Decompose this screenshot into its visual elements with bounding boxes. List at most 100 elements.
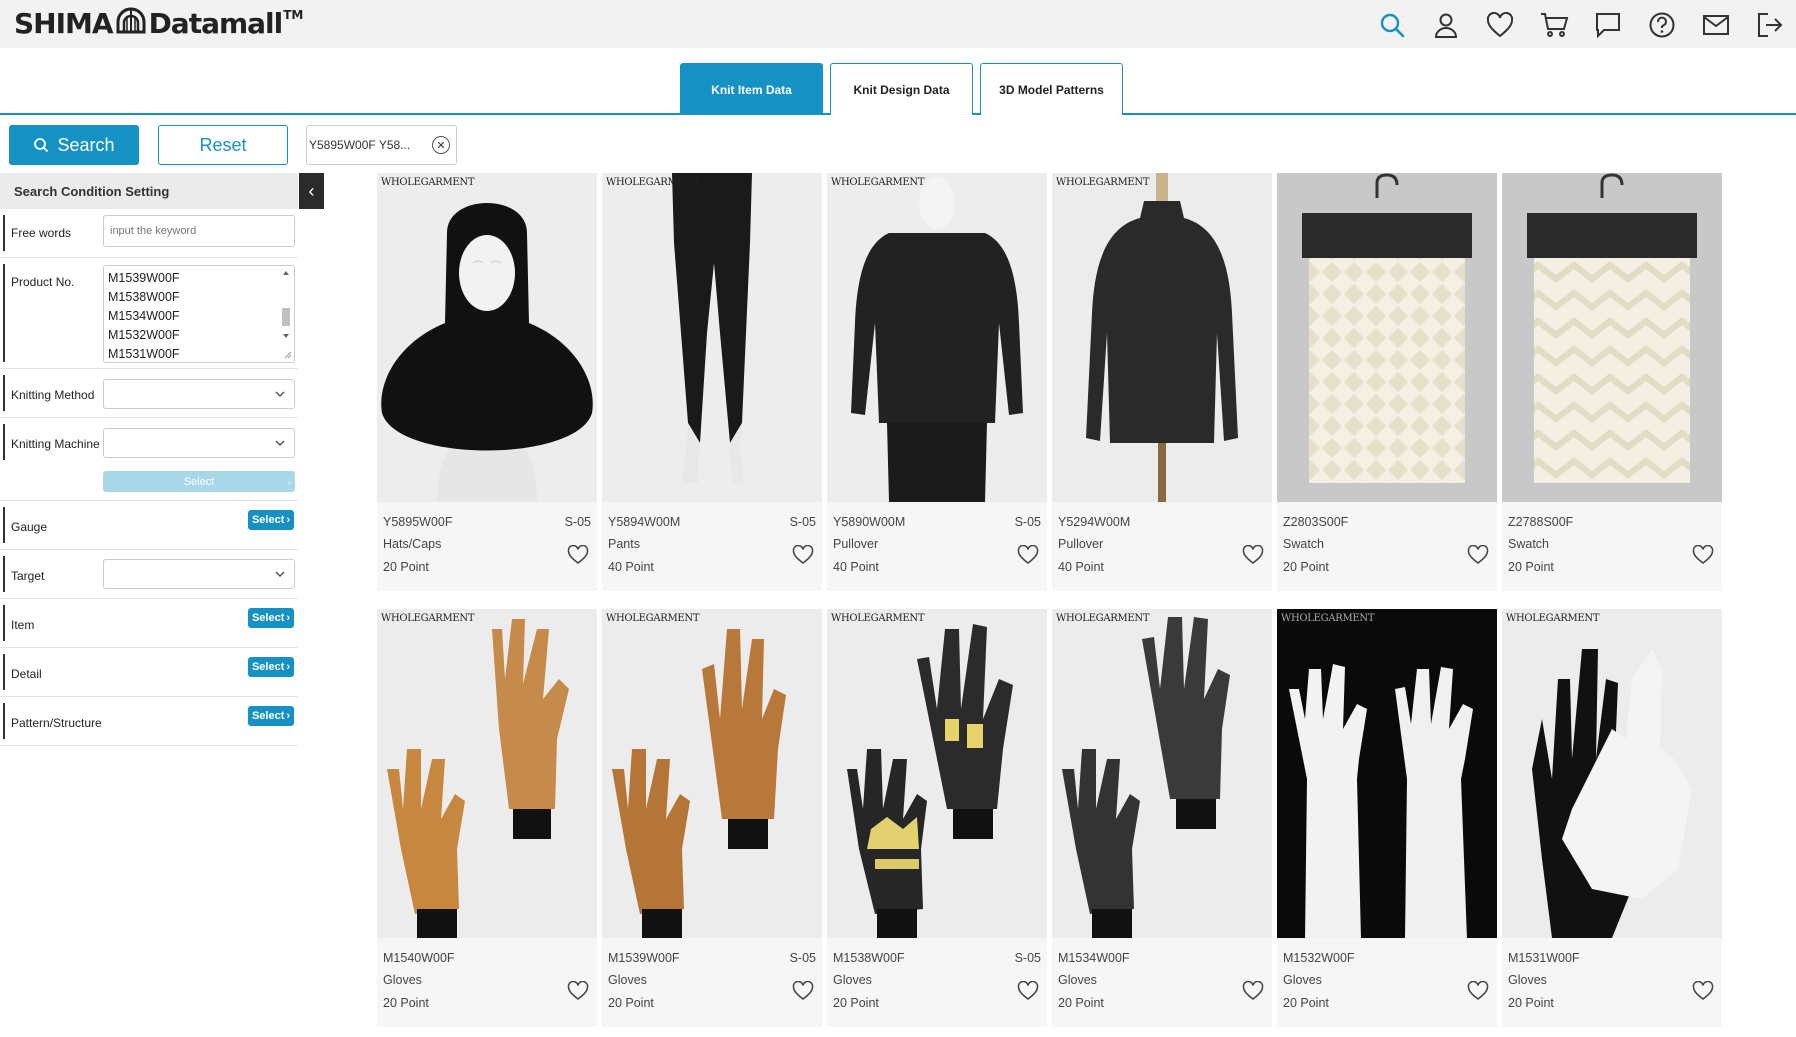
product-card[interactable]: WHOLEGARMENT Y5895W00F S-05 Hats/Caps 20…	[377, 173, 597, 591]
product-card[interactable]: Z2788S00F Swatch 20 Point	[1502, 173, 1722, 591]
product-category: Gloves	[608, 973, 647, 987]
collapse-sidebar-icon[interactable]: ‹	[299, 173, 324, 209]
knitting-machine-select[interactable]	[103, 428, 295, 458]
list-item[interactable]: M1532W00F	[108, 326, 294, 345]
product-gauge: 20 Point	[833, 996, 879, 1010]
item-select-button[interactable]: Select ›	[248, 608, 294, 628]
product-image[interactable]	[1502, 609, 1722, 938]
product-gauge: 20 Point	[1058, 996, 1104, 1010]
product-card[interactable]: WHOLEGARMENT M1534W00F Gloves 20 Point	[1052, 609, 1272, 1027]
chevron-right-icon: ›	[286, 612, 291, 624]
search-button[interactable]: Search	[9, 125, 139, 165]
product-card[interactable]: Z2803S00F Swatch 20 Point	[1277, 173, 1497, 591]
mail-icon[interactable]	[1700, 9, 1732, 41]
heart-icon[interactable]	[1484, 9, 1516, 41]
product-number[interactable]: Y5894W00M	[608, 515, 680, 529]
product-image[interactable]	[377, 609, 597, 938]
product-number[interactable]: Z2803S00F	[1283, 515, 1348, 529]
product-image[interactable]	[1052, 173, 1272, 502]
search-icon	[34, 138, 49, 153]
list-item[interactable]: M1539W00F	[108, 269, 294, 288]
list-item[interactable]: M1534W00F	[108, 307, 294, 326]
wholegarment-logo: WHOLEGARMENT	[1056, 613, 1150, 624]
favorite-heart-icon[interactable]	[1017, 981, 1039, 1001]
favorite-heart-icon[interactable]	[1467, 545, 1489, 565]
product-card[interactable]: WHOLEGARMENT Y5890W00M S-05 Pullover 40 …	[827, 173, 1047, 591]
pattern-structure-select-button[interactable]: Select ›	[248, 706, 294, 726]
product-image[interactable]	[602, 609, 822, 938]
help-icon[interactable]	[1646, 9, 1678, 41]
product-gauge: 20 Point	[1283, 560, 1329, 574]
product-image[interactable]	[827, 173, 1047, 502]
logout-icon[interactable]	[1754, 9, 1786, 41]
product-number[interactable]: M1539W00F	[608, 951, 680, 965]
clear-filter-icon[interactable]: ✕	[432, 136, 450, 154]
tab-3d-model-patterns[interactable]: 3D Model Patterns	[980, 63, 1123, 115]
logo-text-left: SHIMA	[14, 6, 114, 40]
chevron-right-icon: ›	[286, 661, 291, 673]
product-number[interactable]: Y5294W00M	[1058, 515, 1130, 529]
product-card[interactable]: WHOLEGARMENT Y5294W00M Pullover 40 Point	[1052, 173, 1272, 591]
favorite-heart-icon[interactable]	[792, 545, 814, 565]
chevron-right-icon: ›	[286, 514, 291, 526]
favorite-heart-icon[interactable]	[1017, 545, 1039, 565]
product-card[interactable]: WHOLEGARMENT M1531W00F Gloves 20 Point	[1502, 609, 1722, 1027]
favorite-heart-icon[interactable]	[792, 981, 814, 1001]
favorite-heart-icon[interactable]	[1242, 981, 1264, 1001]
favorite-heart-icon[interactable]	[567, 545, 589, 565]
target-select[interactable]	[103, 559, 295, 589]
product-number[interactable]: Y5895W00F	[383, 515, 452, 529]
detail-select-button[interactable]: Select ›	[248, 657, 294, 677]
product-no-listbox[interactable]: M1539W00F M1538W00F M1534W00F M1532W00F …	[103, 265, 295, 363]
site-logo[interactable]: SHIMA Datamall TM	[14, 6, 303, 40]
product-card[interactable]: WHOLEGARMENT M1538W00F S-05 Gloves 20 Po…	[827, 609, 1047, 1027]
product-image[interactable]	[1502, 173, 1722, 502]
knitting-machine-select-button[interactable]: Select ›	[103, 471, 295, 492]
listbox-scrollbar[interactable]	[279, 268, 293, 360]
product-number[interactable]: M1538W00F	[833, 951, 905, 965]
product-card[interactable]: WHOLEGARMENT M1532W00F Gloves 20 Point	[1277, 609, 1497, 1027]
product-number[interactable]: M1540W00F	[383, 951, 455, 965]
product-image[interactable]	[1277, 173, 1497, 502]
free-words-input[interactable]	[103, 215, 295, 247]
product-card[interactable]: WHOLEGARMENT Y5894W00M S-05 Pants 40 Poi…	[602, 173, 822, 591]
filter-chip-label: Y5895W00F Y58...	[309, 138, 411, 152]
tab-knit-design-data[interactable]: Knit Design Data	[830, 63, 973, 115]
product-number[interactable]: M1534W00F	[1058, 951, 1130, 965]
product-image[interactable]	[1277, 609, 1497, 938]
product-image[interactable]	[1052, 609, 1272, 938]
product-number[interactable]: M1531W00F	[1508, 951, 1580, 965]
product-number[interactable]: Z2788S00F	[1508, 515, 1573, 529]
chat-icon[interactable]	[1592, 9, 1624, 41]
product-number[interactable]: Y5890W00M	[833, 515, 905, 529]
product-card[interactable]: WHOLEGARMENT M1540W00F Gloves 20 Point	[377, 609, 597, 1027]
favorite-heart-icon[interactable]	[1692, 981, 1714, 1001]
free-words-label: Free words	[11, 226, 72, 240]
favorite-heart-icon[interactable]	[1692, 545, 1714, 565]
list-item[interactable]: M1538W00F	[108, 288, 294, 307]
knitting-method-select[interactable]	[103, 379, 295, 409]
product-image[interactable]	[827, 609, 1047, 938]
reset-button[interactable]: Reset	[158, 125, 288, 165]
favorite-heart-icon[interactable]	[567, 981, 589, 1001]
logo-text-right: Datamall	[148, 6, 284, 40]
cart-icon[interactable]	[1538, 9, 1570, 41]
product-card[interactable]: WHOLEGARMENT M1539W00F S-05 Gloves 20 Po…	[602, 609, 822, 1027]
product-code: S-05	[564, 515, 591, 529]
favorite-heart-icon[interactable]	[1467, 981, 1489, 1001]
list-item[interactable]: M1531W00F	[108, 345, 294, 362]
gauge-select-button[interactable]: Select ›	[248, 510, 294, 530]
tab-knit-item-data[interactable]: Knit Item Data	[680, 63, 823, 115]
user-icon[interactable]	[1430, 9, 1462, 41]
product-number[interactable]: M1532W00F	[1283, 951, 1355, 965]
product-gauge: 40 Point	[833, 560, 879, 574]
search-condition-header: Search Condition Setting	[0, 173, 298, 209]
chevron-down-icon	[275, 391, 285, 398]
product-image[interactable]	[377, 173, 597, 502]
favorite-heart-icon[interactable]	[1242, 545, 1264, 565]
product-image[interactable]	[602, 173, 822, 502]
search-icon[interactable]	[1376, 9, 1408, 41]
product-gauge: 20 Point	[1508, 996, 1554, 1010]
product-code: S-05	[789, 515, 816, 529]
target-row: Target	[0, 550, 298, 599]
